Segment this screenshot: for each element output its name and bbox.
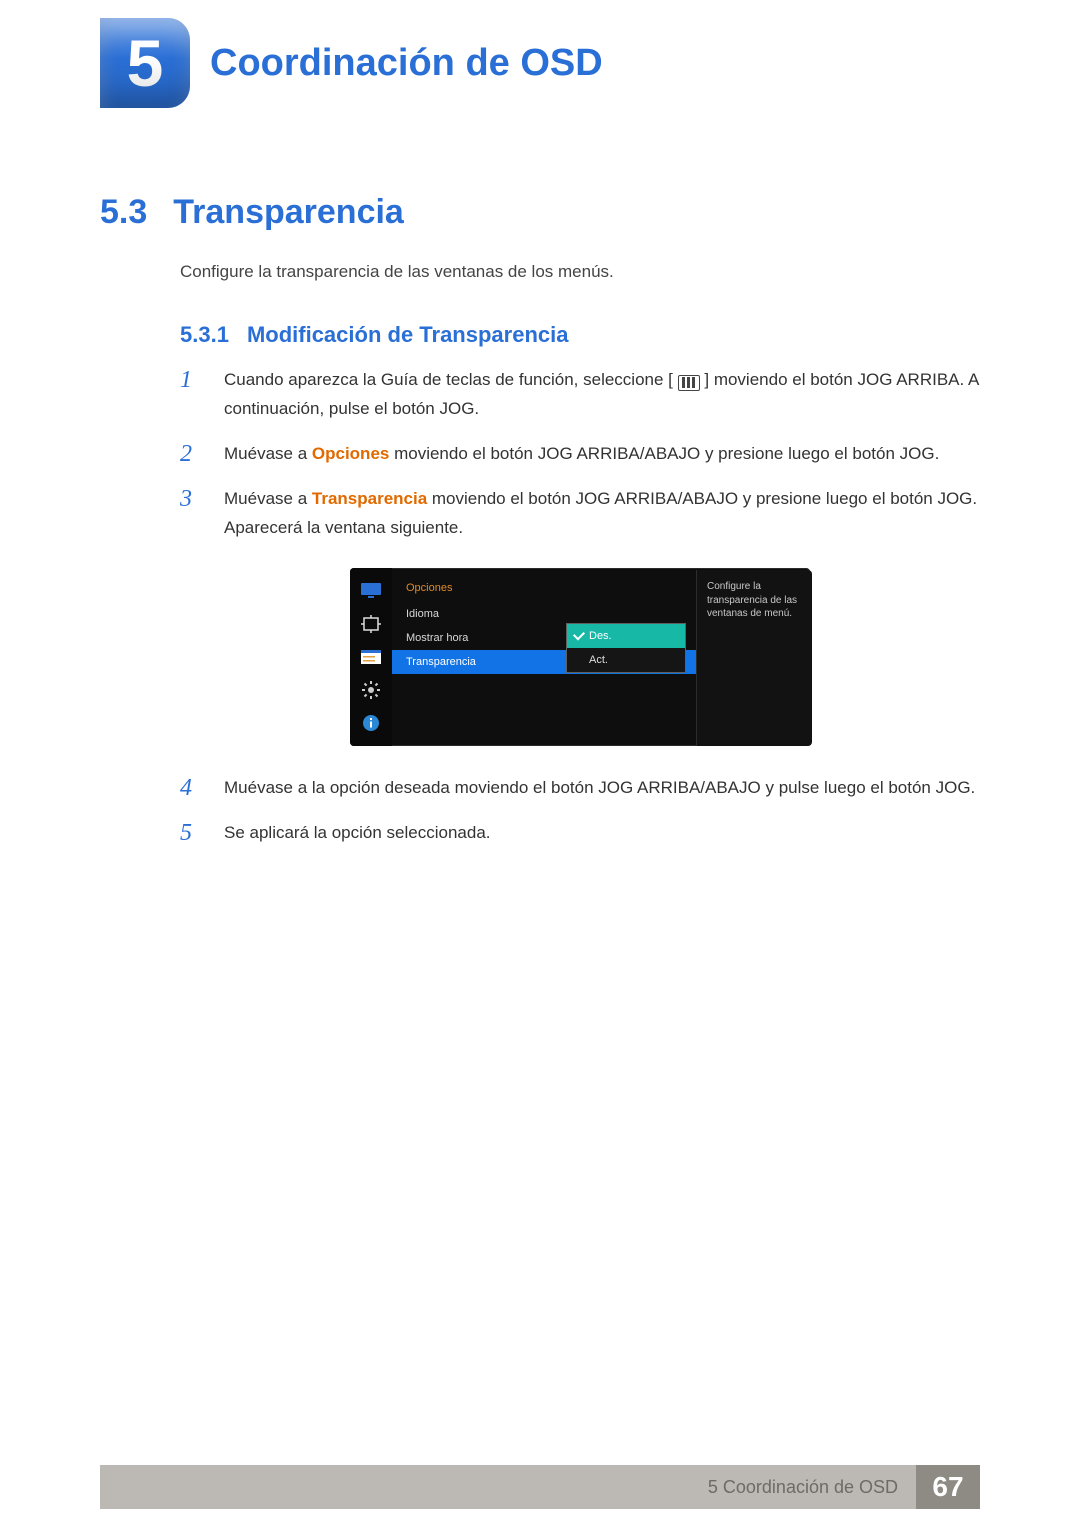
osd-help-text: Configure la transparencia de las ventan… xyxy=(696,570,812,746)
step-body: Cuando aparezca la Guía de teclas de fun… xyxy=(224,366,980,424)
highlight-text: Transparencia xyxy=(312,489,427,508)
step-1: 1 Cuando aparezca la Guía de teclas de f… xyxy=(180,366,980,424)
step-body: Muévase a Opciones moviendo el botón JOG… xyxy=(224,440,939,469)
menu-icon xyxy=(678,375,700,391)
subsection-heading: 5.3.1 Modificación de Transparencia xyxy=(180,322,980,348)
chapter-number: 5 xyxy=(127,25,164,101)
osd-option-act: Act. xyxy=(567,648,685,672)
step-text: Cuando aparezca la Guía de teclas de fun… xyxy=(224,370,673,389)
monitor-icon xyxy=(360,582,382,600)
info-icon xyxy=(360,714,382,732)
chapter-title: Coordinación de OSD xyxy=(210,18,603,108)
page-footer: 5 Coordinación de OSD 67 xyxy=(0,1465,1080,1509)
osd-sidebar xyxy=(350,568,392,746)
section-heading: 5.3 Transparencia xyxy=(100,193,980,232)
step-number: 1 xyxy=(180,366,206,392)
osd-option-des: Des. xyxy=(567,624,685,648)
resize-icon xyxy=(360,615,382,633)
step-number: 4 xyxy=(180,774,206,800)
chapter-number-badge: 5 xyxy=(100,18,190,108)
step-2: 2 Muévase a Opciones moviendo el botón J… xyxy=(180,440,980,469)
step-3: 3 Muévase a Transparencia moviendo el bo… xyxy=(180,485,980,543)
osd-submenu: Des. Act. xyxy=(566,623,686,673)
step-text: moviendo el botón JOG ARRIBA/ABAJO y pre… xyxy=(389,444,939,463)
osd-label: Mostrar hora xyxy=(406,632,468,644)
list-icon xyxy=(360,648,382,666)
step-number: 3 xyxy=(180,485,206,511)
steps-list: 1 Cuando aparezca la Guía de teclas de f… xyxy=(180,366,980,848)
section-description: Configure la transparencia de las ventan… xyxy=(180,262,980,282)
step-5: 5 Se aplicará la opción seleccionada. xyxy=(180,819,980,848)
chapter-header: 5 Coordinación de OSD xyxy=(100,0,980,108)
subsection-number: 5.3.1 xyxy=(180,322,229,348)
gear-icon xyxy=(360,681,382,699)
step-4: 4 Muévase a la opción deseada moviendo e… xyxy=(180,774,980,803)
osd-screenshot: Opciones Idioma Español Mostrar hora Tra… xyxy=(350,568,810,746)
step-number: 2 xyxy=(180,440,206,466)
step-text: Muévase a xyxy=(224,489,312,508)
osd-label: Idioma xyxy=(406,608,439,620)
step-number: 5 xyxy=(180,819,206,845)
section-number: 5.3 xyxy=(100,193,147,232)
step-text: Muévase a xyxy=(224,444,312,463)
step-body: Se aplicará la opción seleccionada. xyxy=(224,819,491,848)
osd-label: Transparencia xyxy=(406,656,476,668)
step-body: Muévase a la opción deseada moviendo el … xyxy=(224,774,975,803)
subsection-title: Modificación de Transparencia xyxy=(247,322,569,348)
highlight-text: Opciones xyxy=(312,444,389,463)
footer-chapter: 5 Coordinación de OSD xyxy=(100,1465,916,1509)
section-title: Transparencia xyxy=(173,193,404,232)
step-body: Muévase a Transparencia moviendo el botó… xyxy=(224,485,980,543)
footer-page-number: 67 xyxy=(916,1465,980,1509)
